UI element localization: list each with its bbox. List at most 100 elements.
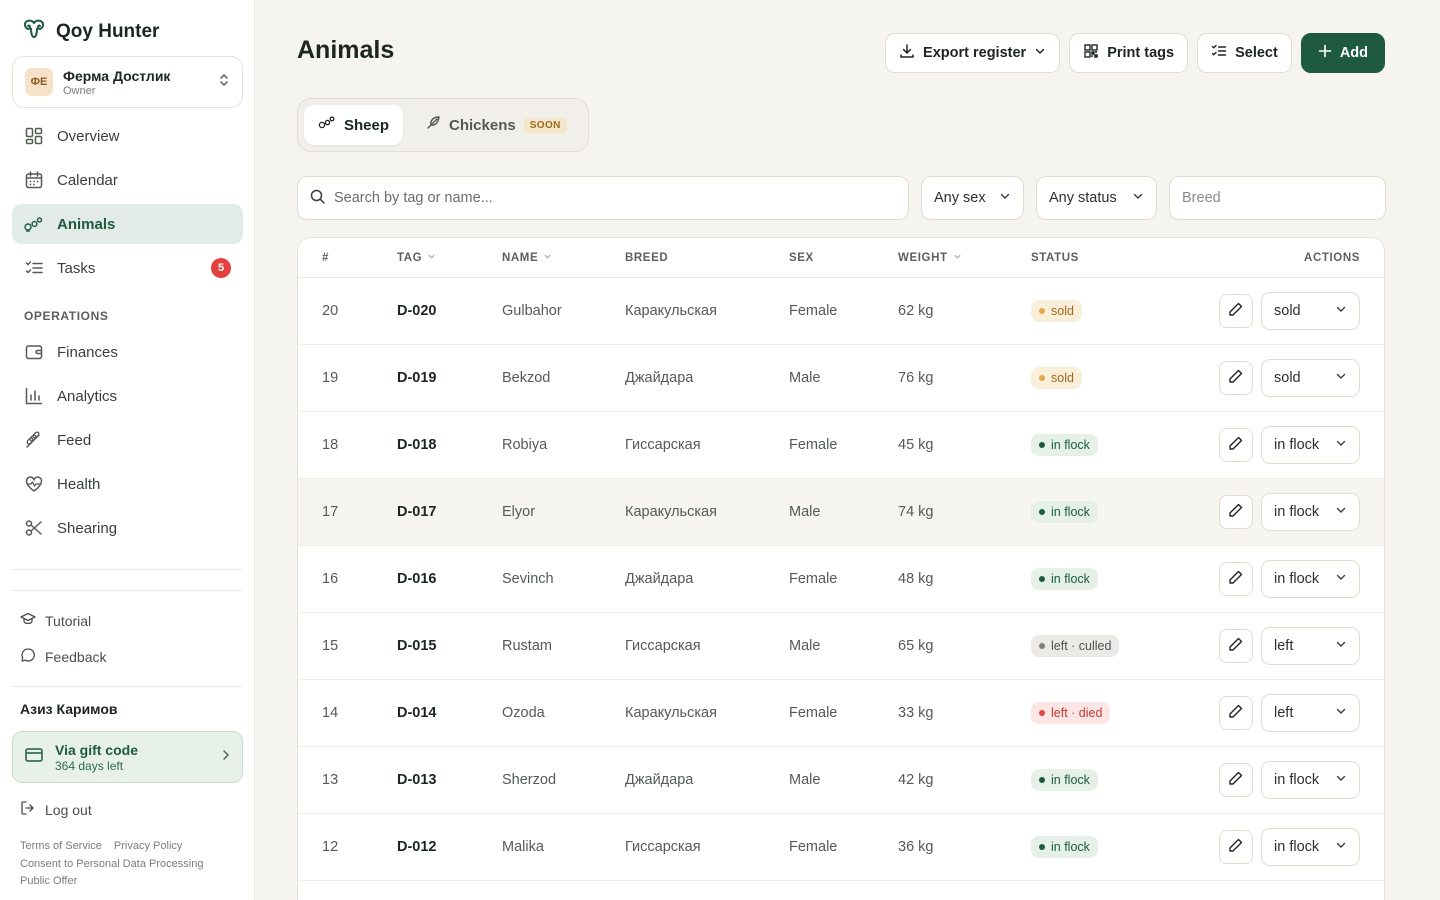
column-status: STATUS bbox=[1031, 252, 1191, 264]
feedback-label: Feedback bbox=[45, 648, 107, 665]
divider bbox=[12, 686, 243, 687]
feather-icon bbox=[425, 115, 441, 135]
status-badge: left · culled bbox=[1031, 635, 1120, 657]
edit-button[interactable] bbox=[1219, 428, 1253, 462]
edit-button[interactable] bbox=[1219, 830, 1253, 864]
logout-link[interactable]: Log out bbox=[20, 800, 92, 819]
chevron-updown-icon bbox=[218, 72, 230, 93]
export-register-button[interactable]: Export register bbox=[885, 33, 1061, 73]
consent-link[interactable]: Consent to Personal Data Processing bbox=[20, 858, 203, 870]
status-select-value: sold bbox=[1274, 370, 1301, 386]
select-button[interactable]: Select bbox=[1197, 33, 1292, 73]
cell-actions: left bbox=[1191, 694, 1384, 732]
sidebar-item-feed[interactable]: Feed bbox=[12, 420, 243, 460]
farm-switcher[interactable]: ФЕ Ферма Достлик Owner bbox=[12, 56, 243, 108]
print-tags-button[interactable]: Print tags bbox=[1069, 33, 1189, 73]
tab-chickens[interactable]: Chickens SOON bbox=[411, 105, 581, 145]
add-animal-button[interactable]: Add bbox=[1300, 33, 1385, 73]
table-row[interactable]: 14 D-014 Ozoda Каракульская Female 33 kg left … bbox=[298, 680, 1384, 747]
cell-tag: D-017 bbox=[397, 504, 437, 520]
cell-status: in flock bbox=[1031, 434, 1191, 456]
status-text: left · culled bbox=[1051, 639, 1112, 653]
status-select[interactable]: sold bbox=[1261, 359, 1360, 397]
status-select[interactable]: in flock bbox=[1261, 828, 1360, 866]
chevron-down-icon bbox=[1335, 839, 1347, 855]
sidebar-item-analytics[interactable]: Analytics bbox=[12, 376, 243, 416]
status-text: in flock bbox=[1051, 438, 1090, 452]
cell-number: 18 bbox=[322, 437, 339, 453]
status-select[interactable]: in flock bbox=[1261, 426, 1360, 464]
table-row[interactable]: 18 D-018 Robiya Гиссарская Female 45 kg in flo… bbox=[298, 412, 1384, 479]
column-label: STATUS bbox=[1031, 251, 1079, 264]
status-badge: in flock bbox=[1031, 836, 1098, 858]
cell-status: in flock bbox=[1031, 568, 1191, 590]
sex-filter-select[interactable]: Any sex bbox=[921, 176, 1024, 220]
cell-actions: in flock bbox=[1191, 493, 1384, 531]
cell-actions: in flock bbox=[1191, 761, 1384, 799]
tasks-count-badge: 5 bbox=[211, 258, 231, 278]
status-select[interactable]: in flock bbox=[1261, 493, 1360, 531]
column-weight[interactable]: WEIGHT bbox=[898, 252, 1031, 264]
status-dot-icon bbox=[1039, 509, 1045, 515]
status-select-value: left bbox=[1274, 705, 1294, 721]
sidebar-item-finances[interactable]: Finances bbox=[12, 332, 243, 372]
sidebar-item-overview[interactable]: Overview bbox=[12, 116, 243, 156]
search-input[interactable]: Search by tag or name... bbox=[297, 176, 909, 220]
sidebar-item-animals[interactable]: Animals bbox=[12, 204, 243, 244]
cell-tag: D-014 bbox=[397, 705, 437, 721]
cell-actions: left bbox=[1191, 627, 1384, 665]
sheep-icon bbox=[318, 115, 336, 135]
sidebar-item-shearing[interactable]: Shearing bbox=[12, 508, 243, 548]
subscription-card[interactable]: Via gift code 364 days left bbox=[12, 731, 243, 783]
breed-filter-input[interactable]: Breed bbox=[1169, 176, 1386, 220]
cell-sex: Male bbox=[789, 504, 821, 520]
edit-button[interactable] bbox=[1219, 495, 1253, 529]
checklist-icon bbox=[24, 258, 44, 278]
column-name[interactable]: NAME bbox=[502, 252, 625, 264]
table-row[interactable]: 20 D-020 Gulbahor Каракульская Female 62 kg so… bbox=[298, 278, 1384, 345]
sidebar-item-health[interactable]: Health bbox=[12, 464, 243, 504]
edit-button[interactable] bbox=[1219, 361, 1253, 395]
status-dot-icon bbox=[1039, 777, 1045, 783]
tutorial-link[interactable]: Tutorial bbox=[20, 611, 91, 630]
status-select[interactable]: in flock bbox=[1261, 761, 1360, 799]
status-select[interactable]: left bbox=[1261, 694, 1360, 732]
edit-button[interactable] bbox=[1219, 763, 1253, 797]
terms-link[interactable]: Terms of Service bbox=[20, 840, 102, 852]
pencil-icon bbox=[1228, 837, 1244, 857]
feedback-link[interactable]: Feedback bbox=[20, 647, 106, 666]
table-row[interactable]: 13 D-013 Sherzod Джайдара Male 42 kg in flock i… bbox=[298, 747, 1384, 814]
divider bbox=[12, 590, 243, 591]
status-filter-select[interactable]: Any status bbox=[1036, 176, 1157, 220]
sort-chevron-icon bbox=[953, 252, 962, 264]
offer-link[interactable]: Public Offer bbox=[20, 875, 77, 887]
status-select[interactable]: in flock bbox=[1261, 560, 1360, 598]
status-select-value: sold bbox=[1274, 303, 1301, 319]
privacy-link[interactable]: Privacy Policy bbox=[114, 840, 182, 852]
column-label: BREED bbox=[625, 251, 669, 264]
sidebar-item-tasks[interactable]: Tasks 5 bbox=[12, 248, 243, 288]
table-row[interactable]: 17 D-017 Elyor Каракульская Male 74 kg in floc… bbox=[298, 479, 1384, 546]
tab-sheep[interactable]: Sheep bbox=[304, 105, 404, 145]
table-row[interactable]: 12 D-012 Malika Гиссарская Female 36 kg in flo… bbox=[298, 814, 1384, 881]
column-tag[interactable]: TAG bbox=[397, 252, 502, 264]
table-row[interactable]: 16 D-016 Sevinch Джайдара Female 48 kg in floc… bbox=[298, 546, 1384, 613]
edit-button[interactable] bbox=[1219, 629, 1253, 663]
edit-button[interactable] bbox=[1219, 562, 1253, 596]
status-text: in flock bbox=[1051, 773, 1090, 787]
print-tags-label: Print tags bbox=[1107, 45, 1175, 61]
edit-button[interactable] bbox=[1219, 696, 1253, 730]
brand[interactable]: Qoy Hunter bbox=[22, 18, 159, 45]
status-badge: in flock bbox=[1031, 434, 1098, 456]
plus-icon bbox=[1318, 44, 1332, 62]
sidebar-item-calendar[interactable]: Calendar bbox=[12, 160, 243, 200]
edit-button[interactable] bbox=[1219, 294, 1253, 328]
status-badge: in flock bbox=[1031, 501, 1098, 523]
calendar-icon bbox=[24, 170, 44, 190]
table-row[interactable]: 15 D-015 Rustam Гиссарская Male 65 kg left · c… bbox=[298, 613, 1384, 680]
status-badge: left · died bbox=[1031, 702, 1111, 724]
status-select[interactable]: sold bbox=[1261, 292, 1360, 330]
cell-tag: D-019 bbox=[397, 370, 437, 386]
table-row[interactable]: 19 D-019 Bekzod Джайдара Male 76 kg sold sold bbox=[298, 345, 1384, 412]
status-select[interactable]: left bbox=[1261, 627, 1360, 665]
